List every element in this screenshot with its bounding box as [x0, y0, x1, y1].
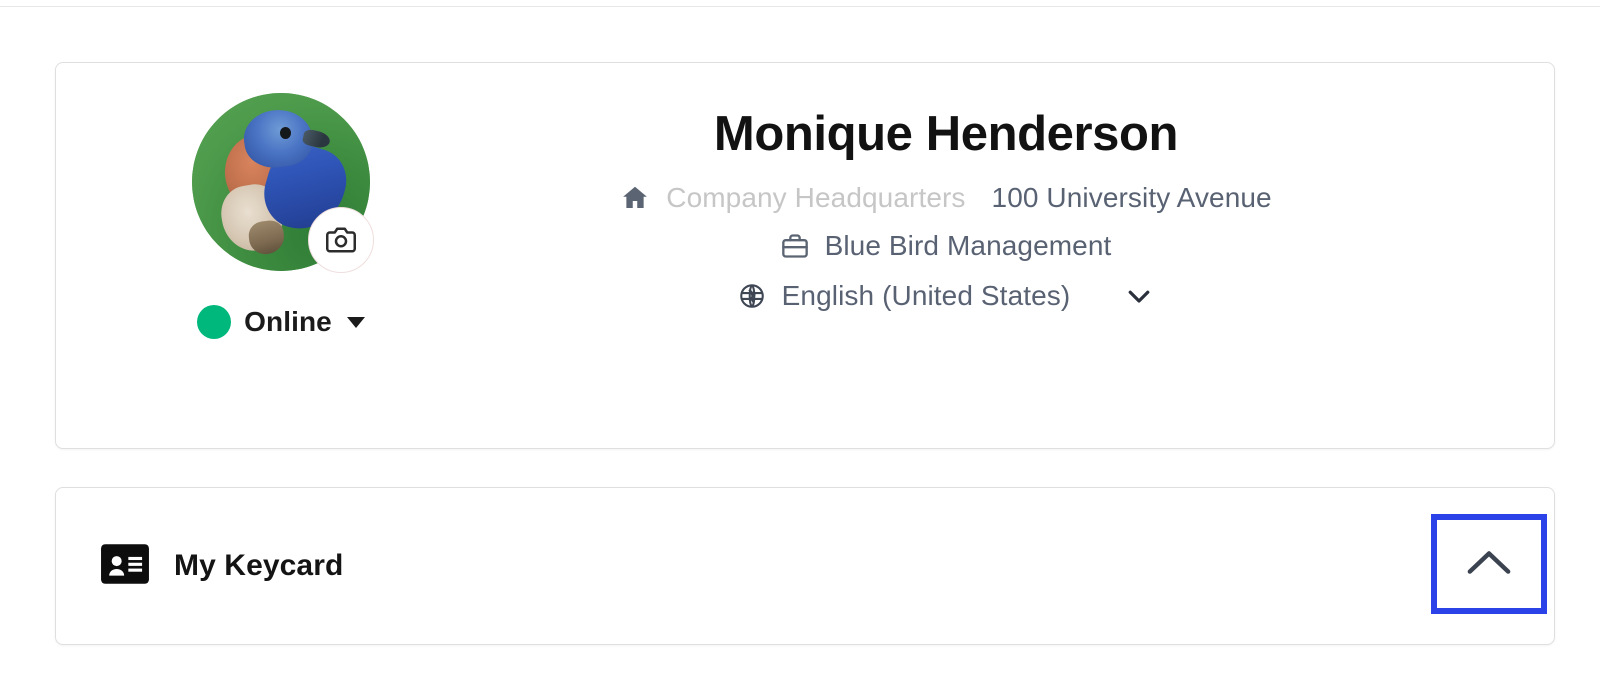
address-row[interactable]: Company Headquarters 100 University Aven… — [620, 182, 1272, 214]
address-value: 100 University Avenue — [991, 182, 1272, 214]
top-divider — [0, 6, 1600, 7]
camera-icon — [326, 225, 356, 255]
keycard-collapse-button[interactable] — [1431, 514, 1547, 614]
avatar-wrapper — [192, 93, 374, 273]
id-card-icon — [100, 543, 150, 590]
keycard-card: My Keycard — [55, 487, 1555, 645]
status-label: Online — [244, 306, 332, 337]
keycard-header-left: My Keycard — [100, 543, 343, 590]
profile-info-column: Monique Henderson Company Headquarters 1… — [416, 107, 1476, 312]
globe-icon — [738, 282, 766, 310]
address-label: Company Headquarters — [666, 182, 966, 214]
keycard-header-row[interactable]: My Keycard — [56, 488, 1554, 644]
status-selector[interactable]: Online — [197, 305, 365, 339]
keycard-title: My Keycard — [174, 549, 344, 582]
page-title: Monique Henderson — [713, 107, 1179, 161]
avatar-column: Online — [141, 93, 421, 339]
chevron-down-icon[interactable] — [1124, 281, 1154, 311]
home-icon — [620, 183, 650, 213]
caret-down-icon — [346, 316, 365, 328]
company-value: Blue Bird Management — [824, 230, 1112, 262]
camera-icon-button[interactable] — [308, 207, 374, 273]
status-dot-icon — [197, 305, 232, 339]
chevron-up-icon — [1463, 545, 1515, 584]
page-background: Online Monique Henderson Company Headqua… — [0, 0, 1600, 692]
language-row[interactable]: English (United States) — [738, 280, 1155, 312]
briefcase-icon — [781, 232, 809, 260]
language-value: English (United States) — [781, 280, 1071, 312]
company-row[interactable]: Blue Bird Management — [781, 230, 1112, 262]
profile-card: Online Monique Henderson Company Headqua… — [55, 62, 1555, 449]
